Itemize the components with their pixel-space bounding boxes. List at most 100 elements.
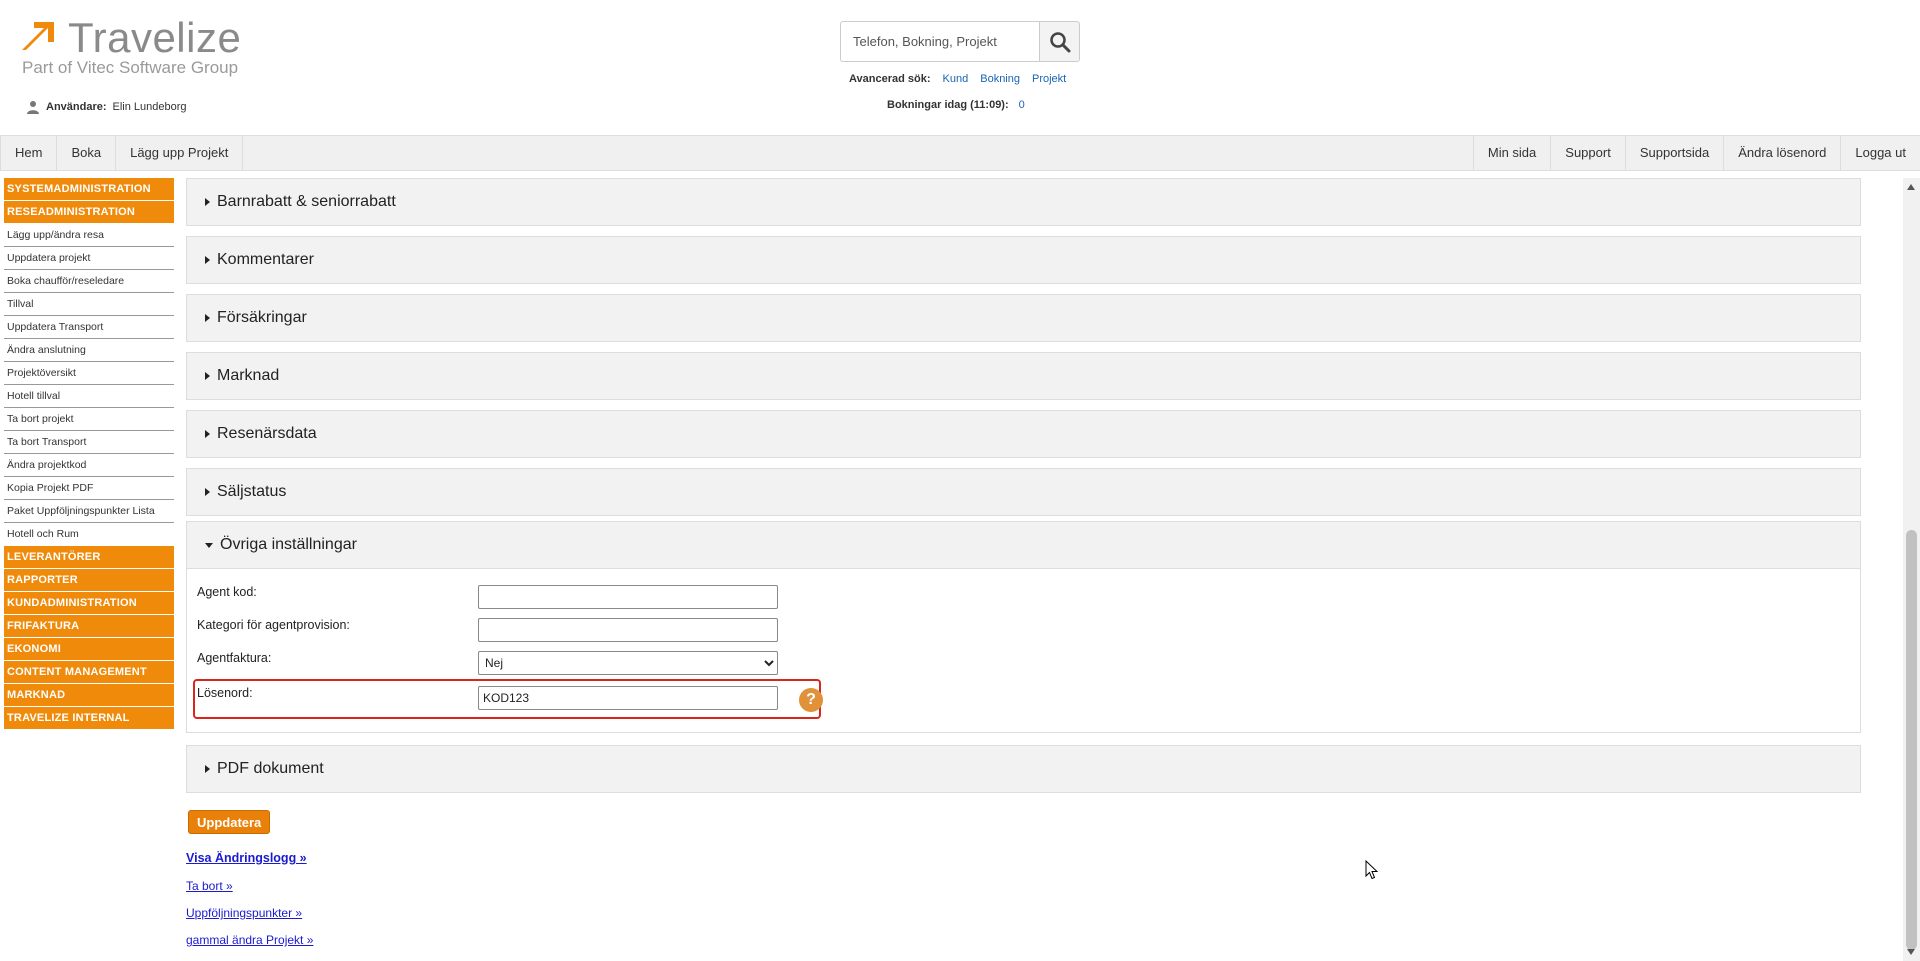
sidebar-item[interactable]: Uppdatera projekt	[4, 247, 174, 270]
advanced-search-label: Avancerad sök:	[849, 73, 931, 85]
followup-points-link[interactable]: Uppföljningspunkter »	[186, 906, 302, 920]
sidebar-section-systemadministration[interactable]: SYSTEMADMINISTRATION	[4, 178, 174, 200]
sidebar-section-ekonomi[interactable]: EKONOMI	[4, 638, 174, 660]
panel-header-kommentarer[interactable]: Kommentarer	[187, 237, 1860, 283]
sidebar-section-marknad[interactable]: MARKNAD	[4, 684, 174, 706]
top-nav: Hem Boka Lägg upp Projekt Min sida Suppo…	[0, 135, 1920, 171]
nav-logga-ut[interactable]: Logga ut	[1840, 136, 1920, 170]
panel-header-forsakringar[interactable]: Försäkringar	[187, 295, 1860, 341]
panel-title: Kommentarer	[217, 251, 314, 268]
panel-title: Övriga inställningar	[220, 536, 357, 553]
old-edit-project-link[interactable]: gammal ändra Projekt »	[186, 933, 313, 947]
nav-support[interactable]: Support	[1550, 136, 1625, 170]
search-button[interactable]	[1039, 21, 1080, 62]
scroll-down-icon[interactable]	[1907, 949, 1915, 955]
user-name: Elin Lundeborg	[112, 101, 187, 113]
scrollbar-thumb[interactable]	[1906, 530, 1917, 950]
agent-invoice-select[interactable]: Nej	[478, 651, 778, 675]
panel-header-barnrabatt[interactable]: Barnrabatt & seniorrabatt	[187, 179, 1860, 225]
agent-category-row: Kategori för agentprovision:	[197, 616, 837, 642]
advanced-search: Avancerad sök: Kund Bokning Projekt	[849, 73, 1066, 85]
mouse-cursor-icon	[1365, 860, 1379, 880]
advanced-search-projekt[interactable]: Projekt	[1032, 73, 1066, 85]
sidebar-section-reseadministration[interactable]: RESEADMINISTRATION	[4, 201, 174, 223]
sidebar-section-content-management[interactable]: CONTENT MANAGEMENT	[4, 661, 174, 683]
nav-supportsida[interactable]: Supportsida	[1624, 136, 1723, 170]
agent-category-input[interactable]	[478, 618, 778, 642]
sidebar-item[interactable]: Paket Uppföljningspunkter Lista	[4, 500, 174, 523]
logo-subtitle: Part of Vitec Software Group	[22, 58, 239, 77]
vertical-scrollbar[interactable]	[1903, 178, 1920, 961]
sidebar-item[interactable]: Ändra anslutning	[4, 339, 174, 362]
agent-code-input[interactable]	[478, 585, 778, 609]
sidebar-item[interactable]: Projektöversikt	[4, 362, 174, 385]
nav-andra-losenord[interactable]: Ändra lösenord	[1723, 136, 1840, 170]
advanced-search-kund[interactable]: Kund	[943, 73, 969, 85]
panel-header-saljstatus[interactable]: Säljstatus	[187, 469, 1860, 515]
agent-code-row: Agent kod:	[197, 583, 837, 609]
sidebar-item[interactable]: Boka chaufför/reseledare	[4, 270, 174, 293]
panel-title: Försäkringar	[217, 309, 307, 326]
sidebar-item[interactable]: Ändra projektkod	[4, 454, 174, 477]
sidebar-section-travelize-internal[interactable]: TRAVELIZE INTERNAL	[4, 707, 174, 729]
sidebar-item[interactable]: Hotell och Rum	[4, 523, 174, 546]
sidebar-item[interactable]: Hotell tillval	[4, 385, 174, 408]
nav-boka[interactable]: Boka	[57, 136, 117, 170]
password-label: Lösenord:	[197, 686, 253, 700]
agent-category-label: Kategori för agentprovision:	[197, 618, 350, 632]
sidebar-section-frifaktura[interactable]: FRIFAKTURA	[4, 615, 174, 637]
nav-right: Min sida Support Supportsida Ändra lösen…	[1472, 136, 1920, 170]
panel-header-pdf-dokument[interactable]: PDF dokument	[187, 746, 1860, 792]
panel-saljstatus: Säljstatus	[186, 468, 1861, 516]
panel-header-resenarsdata[interactable]: Resenärsdata	[187, 411, 1860, 457]
sidebar-item[interactable]: Tillval	[4, 293, 174, 316]
nav-min-sida[interactable]: Min sida	[1472, 136, 1550, 170]
panel-title: Barnrabatt & seniorrabatt	[217, 193, 396, 210]
agent-invoice-label: Agentfaktura:	[197, 651, 272, 665]
current-user: Användare: Elin Lundeborg	[26, 100, 187, 114]
sidebar-item[interactable]: Lägg upp/ändra resa	[4, 224, 174, 247]
search-icon	[1049, 31, 1070, 52]
sidebar-section-kundadministration[interactable]: KUNDADMINISTRATION	[4, 592, 174, 614]
agent-code-label: Agent kod:	[197, 585, 257, 599]
sidebar: SYSTEMADMINISTRATION RESEADMINISTRATION …	[4, 178, 174, 730]
update-button[interactable]: Uppdatera	[188, 810, 271, 834]
bookings-today-count[interactable]: 0	[1019, 99, 1025, 111]
delete-link[interactable]: Ta bort »	[186, 879, 233, 893]
caret-right-icon	[205, 256, 210, 264]
caret-right-icon	[205, 430, 210, 438]
panel-title: Säljstatus	[217, 483, 287, 500]
user-label: Användare:	[46, 101, 107, 113]
nav-hem[interactable]: Hem	[0, 136, 58, 170]
sidebar-item[interactable]: Ta bort projekt	[4, 408, 174, 431]
panel-resenarsdata: Resenärsdata	[186, 410, 1861, 458]
sidebar-section-rapporter[interactable]: RAPPORTER	[4, 569, 174, 591]
password-input[interactable]	[478, 686, 778, 710]
agent-invoice-row: Agentfaktura: Nej	[197, 649, 837, 675]
logo-text: Travelize	[68, 14, 242, 61]
scroll-up-icon[interactable]	[1907, 184, 1915, 190]
panel-barnrabatt: Barnrabatt & seniorrabatt	[186, 178, 1861, 226]
bookings-today-label: Bokningar idag (11:09):	[887, 99, 1009, 111]
sidebar-item[interactable]: Ta bort Transport	[4, 431, 174, 454]
nav-lagg-upp-projekt[interactable]: Lägg upp Projekt	[116, 136, 244, 170]
panel-header-marknad[interactable]: Marknad	[187, 353, 1860, 399]
sidebar-section-leverantorer[interactable]: LEVERANTÖRER	[4, 546, 174, 568]
advanced-search-bokning[interactable]: Bokning	[980, 73, 1020, 85]
help-icon[interactable]: ?	[799, 688, 823, 712]
caret-right-icon	[205, 488, 210, 496]
search-input[interactable]	[840, 21, 1039, 62]
panel-title: Marknad	[217, 367, 280, 384]
search-box	[840, 21, 1080, 62]
panel-header-ovriga-installningar[interactable]: Övriga inställningar	[187, 522, 1860, 568]
panel-kommentarer: Kommentarer	[186, 236, 1861, 284]
sidebar-item[interactable]: Uppdatera Transport	[4, 316, 174, 339]
panel-title: PDF dokument	[217, 760, 324, 777]
view-changelog-link[interactable]: Visa Ändringslogg »	[186, 851, 307, 865]
user-icon	[27, 101, 39, 114]
sidebar-item[interactable]: Kopia Projekt PDF	[4, 477, 174, 500]
panel-body-ovriga-installningar: Agent kod: Kategori för agentprovision: …	[187, 568, 1860, 732]
travelize-logo[interactable]: Travelize Part of Vitec Software Group	[22, 14, 252, 78]
page: Travelize Part of Vitec Software Group A…	[0, 0, 1920, 961]
panel-ovriga-installningar: Övriga inställningar Agent kod: Kategori…	[186, 521, 1861, 733]
